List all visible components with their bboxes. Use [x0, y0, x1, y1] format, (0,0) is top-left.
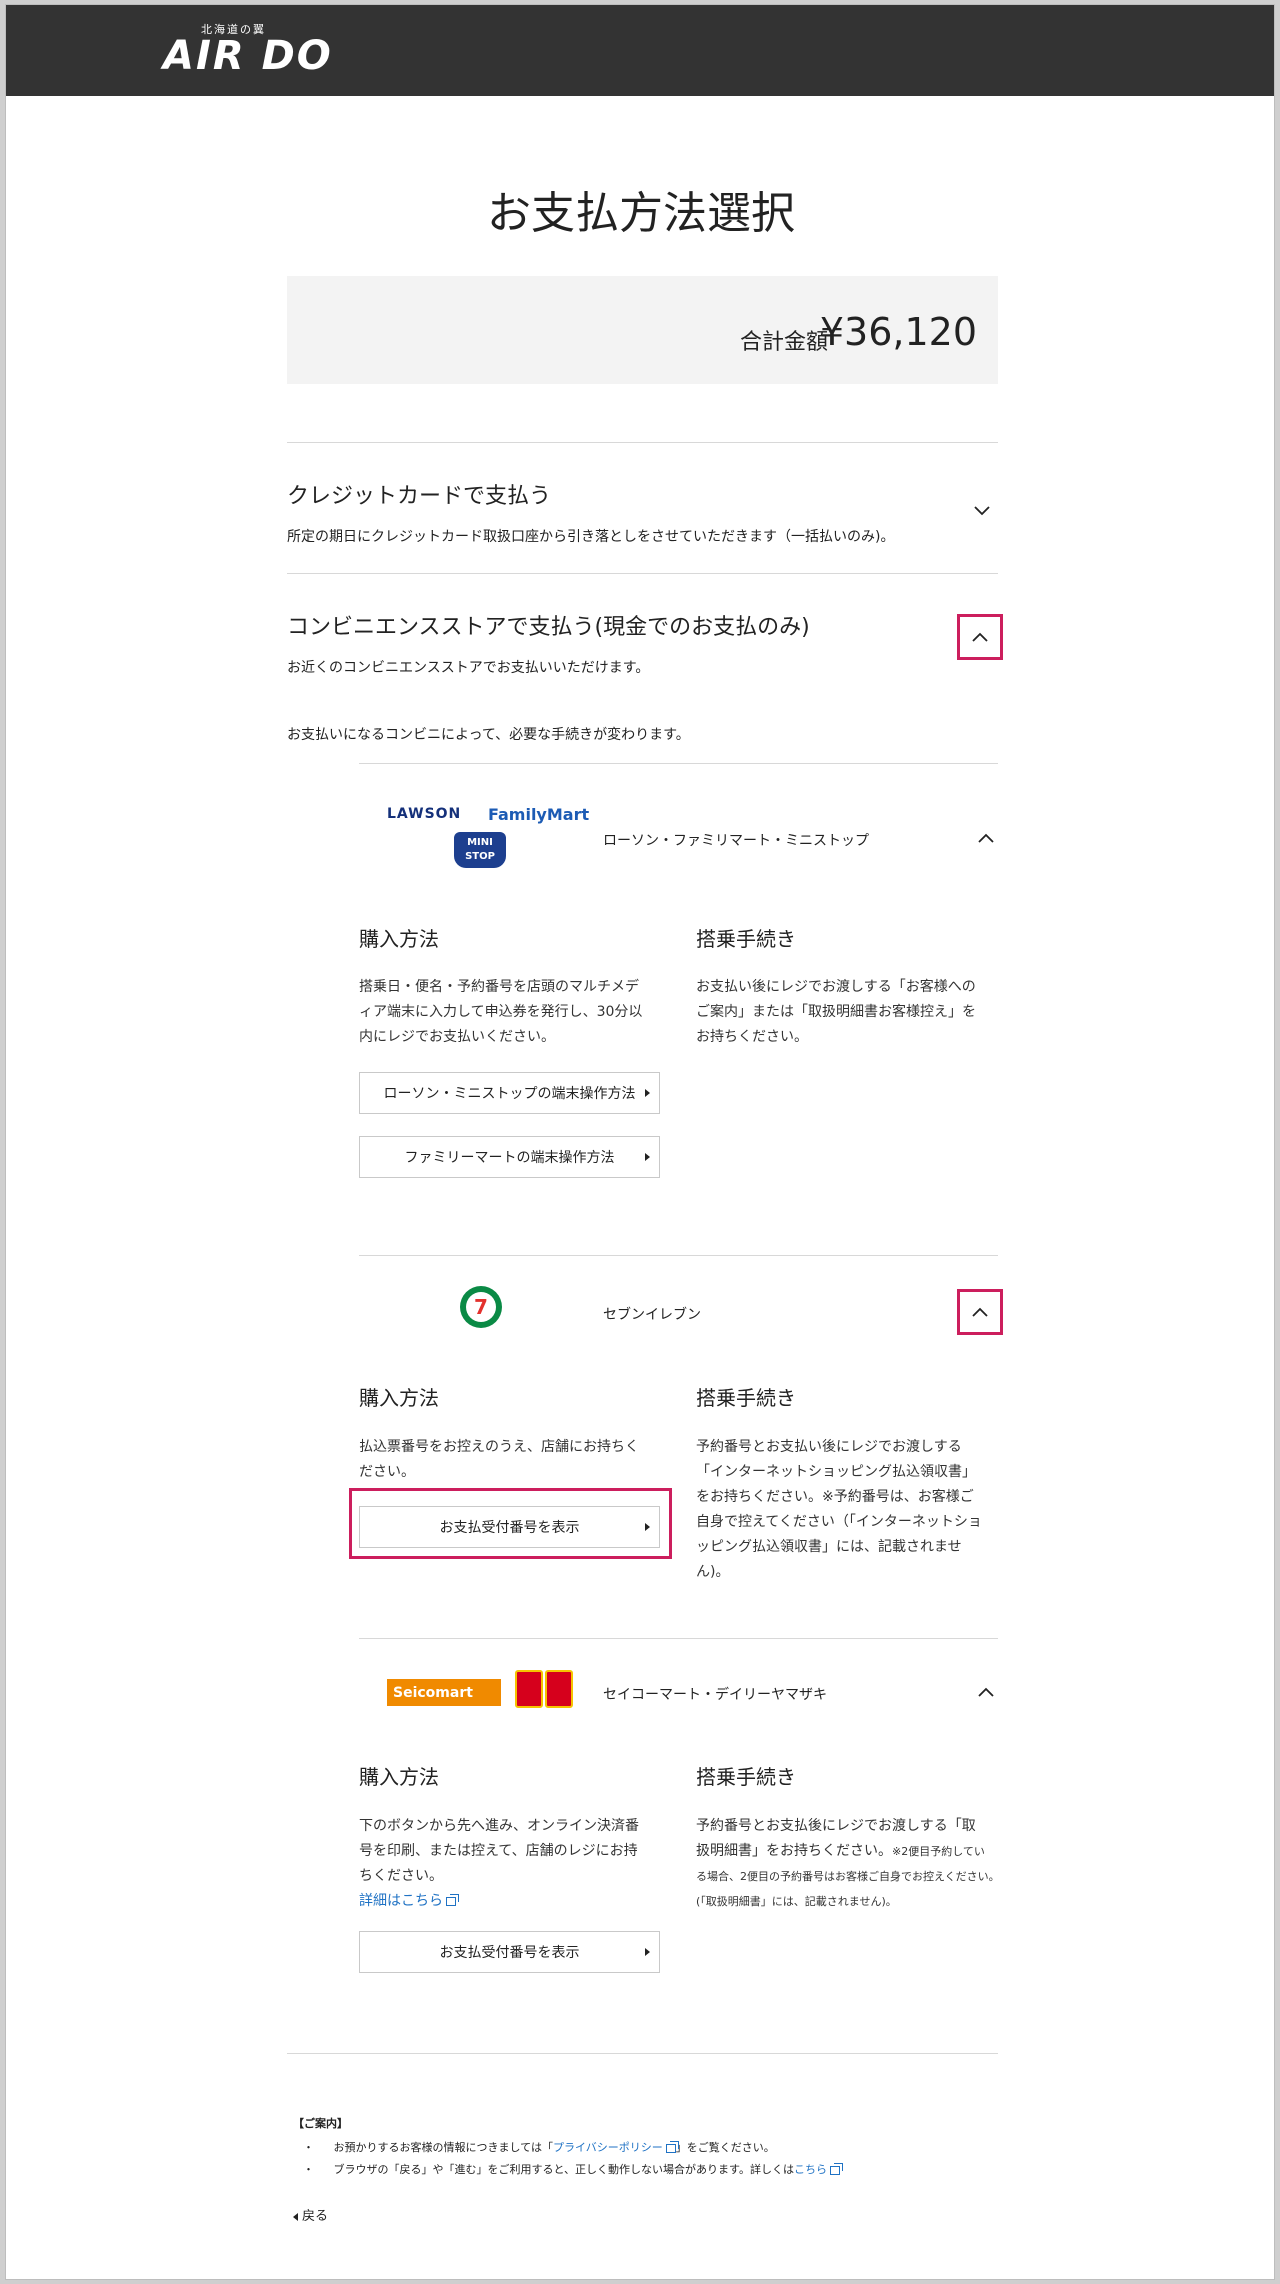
chevron-up-icon[interactable]: [966, 818, 1006, 858]
ministop-logo-line2: STOP: [465, 851, 495, 862]
guide-item: ・ ブラウザの「戻る」や「進む」をご利用すると、正しく動作しない場合があります。…: [303, 2161, 843, 2177]
seicomart-show-payment-number-button[interactable]: お支払受付番号を表示: [359, 1931, 660, 1973]
seven-eleven-logo: 7: [460, 1286, 502, 1328]
total-value: ¥36,120: [819, 310, 977, 354]
convenience-note: お支払いになるコンビニによって、必要な手続きが変わります。: [287, 727, 690, 743]
button-label: ローソン・ミニストップの端末操作方法: [383, 1086, 636, 1102]
purchase-method-text: 下のボタンから先へ進み、オンライン決済番 号を印刷、または控えて、店舗のレジにお…: [359, 1818, 639, 1909]
chevron-up-icon[interactable]: [957, 1289, 1003, 1335]
chevron-up-icon[interactable]: [966, 1672, 1006, 1712]
guide-title: 【ご案内】: [293, 2117, 348, 2130]
seven-eleven-name: セブンイレブン: [603, 1307, 701, 1323]
detail-link[interactable]: 詳細はこちら: [359, 1893, 443, 1909]
arrow-right-icon: [645, 1948, 650, 1956]
chevron-up-icon[interactable]: [957, 614, 1003, 660]
divider: [359, 1638, 998, 1639]
divider: [287, 442, 998, 443]
divider: [287, 573, 998, 574]
page-frame: 北海道の翼 AIR DO お支払方法選択 合計金額 ¥36,120 クレジットカ…: [5, 4, 1275, 2280]
external-link-icon: [446, 1893, 459, 1906]
external-link-icon: [829, 2162, 843, 2175]
yamazaki-logo: [545, 1670, 573, 1708]
boarding-procedure-title: 搭乗手続き: [696, 927, 796, 951]
boarding-procedure-text: お支払い後にレジでお渡しする「お客様への ご案内」または「取扱明細書お客様控え」…: [696, 979, 976, 1045]
bullet: ・: [303, 2141, 314, 2154]
convenience-desc: お近くのコンビニエンスストアでお支払いいただけます。: [287, 660, 650, 676]
arrow-right-icon: [645, 1089, 650, 1097]
button-label: お支払受付番号を表示: [439, 1520, 580, 1536]
purchase-method-title: 購入方法: [359, 927, 439, 951]
page-title: お支払方法選択: [487, 188, 795, 239]
credit-card-desc: 所定の期日にクレジットカード取扱口座から引き落としをさせていただきます（一括払い…: [287, 529, 895, 545]
arrow-left-icon: [293, 2212, 298, 2221]
lawson-logo: LAWSON: [387, 806, 462, 822]
boarding-procedure-title: 搭乗手続き: [696, 1386, 796, 1410]
purchase-method-title: 購入方法: [359, 1765, 439, 1789]
airdo-logo[interactable]: AIR DO: [163, 33, 333, 79]
seven-show-payment-number-button[interactable]: お支払受付番号を表示: [359, 1506, 660, 1548]
arrow-right-icon: [645, 1153, 650, 1161]
purchase-method-text: 搭乗日・便名・予約番号を店頭のマルチメデ ィア端末に入力して申込券を発行し、30…: [359, 979, 643, 1045]
back-label: 戻る: [302, 2209, 329, 2224]
familymart-guide-button[interactable]: ファミリーマートの端末操作方法: [359, 1136, 660, 1178]
lawson-group-name: ローソン・ファミリマート・ミニストップ: [603, 833, 869, 849]
divider: [359, 1255, 998, 1256]
ministop-logo-line1: MINI: [467, 837, 493, 848]
divider: [359, 763, 998, 764]
credit-card-title: クレジットカードで支払う: [287, 484, 552, 509]
privacy-policy-link[interactable]: プライバシーポリシー: [553, 2141, 663, 2154]
button-label: ファミリーマートの端末操作方法: [404, 1150, 615, 1166]
back-link[interactable]: 戻る: [293, 2205, 328, 2224]
seicomart-logo-text: Seicomart: [393, 1684, 473, 1701]
button-label: お支払受付番号を表示: [439, 1945, 580, 1961]
total-label: 合計金額: [739, 330, 828, 355]
bullet: ・: [303, 2163, 314, 2176]
details-link[interactable]: こちら: [794, 2163, 827, 2176]
boarding-procedure-text: 予約番号とお支払い後にレジでお渡しする 「インターネットショッピング払込領収書」…: [696, 1439, 982, 1580]
boarding-procedure-text: 予約番号とお支払後にレジでお渡しする「取 扱明細書」をお持ちください。※2便目予…: [696, 1818, 1000, 1908]
purchase-method-text: 払込票番号をお控えのうえ、店舗にお持ちく ださい。: [359, 1439, 639, 1480]
daily-yamazaki-logo: [515, 1670, 543, 1708]
lawson-ministop-guide-button[interactable]: ローソン・ミニストップの端末操作方法: [359, 1072, 660, 1114]
ministop-logo: MINI STOP: [454, 832, 506, 868]
purchase-method-title: 購入方法: [359, 1386, 439, 1410]
divider: [287, 2053, 998, 2054]
external-link-icon: [665, 2140, 679, 2153]
seicomart-logo: Seicomart: [387, 1679, 501, 1706]
arrow-right-icon: [645, 1523, 650, 1531]
site-header: 北海道の翼 AIR DO: [6, 5, 1274, 96]
chevron-down-icon[interactable]: [962, 491, 1002, 531]
seven-eleven-logo-text: 7: [466, 1292, 496, 1322]
convenience-title: コンビニエンスストアで支払う(現金でのお支払のみ): [287, 615, 810, 640]
seicomart-group-name: セイコーマート・デイリーヤマザキ: [603, 1687, 827, 1703]
total-box: 合計金額 ¥36,120: [287, 276, 998, 384]
boarding-procedure-title: 搭乗手続き: [696, 1765, 796, 1789]
guide-item: ・ お預かりするお客様の情報につきましては「プライバシーポリシー 」をご覧ください…: [303, 2140, 775, 2154]
familymart-logo: FamilyMart: [488, 805, 590, 824]
